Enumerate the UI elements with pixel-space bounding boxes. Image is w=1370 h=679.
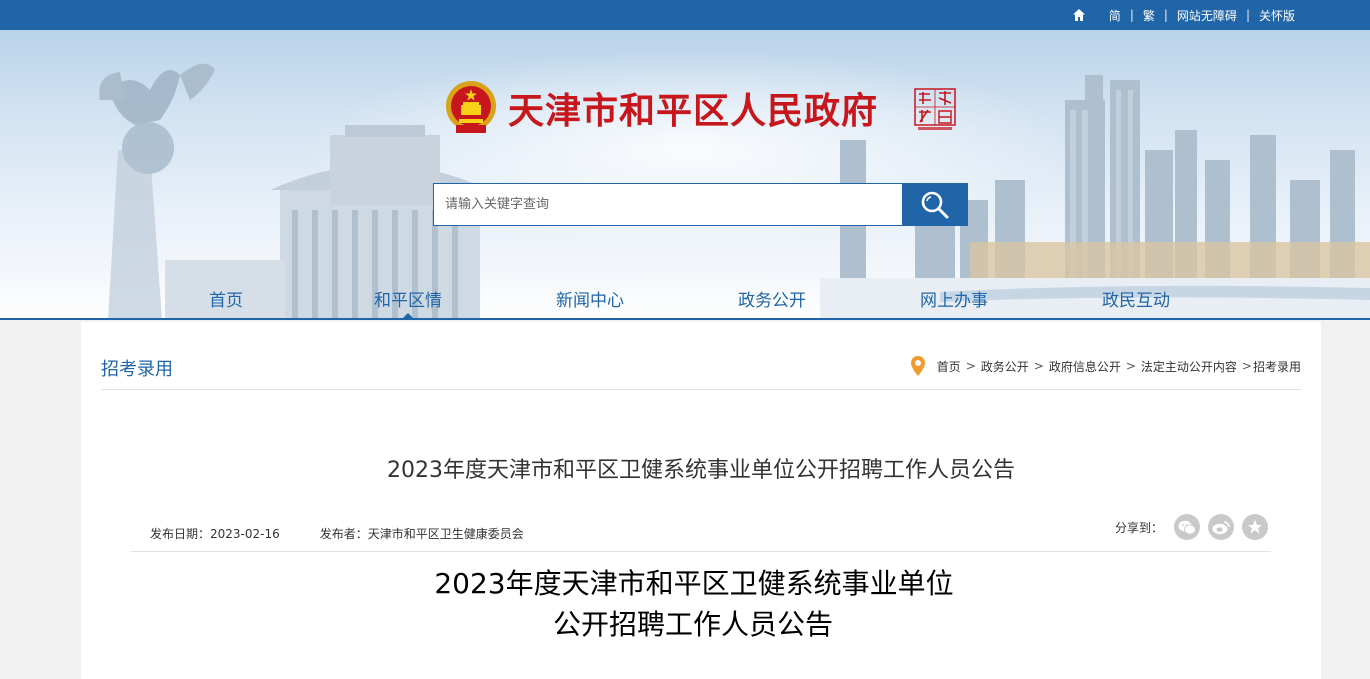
site-title: 天津市和平区人民政府 (508, 90, 879, 132)
publish-date-label: 发布日期： (150, 527, 211, 541)
breadcrumb-government-affairs[interactable]: 政务公开 (981, 358, 1029, 375)
body-title-line-2: 公开招聘工作人员公告 (552, 608, 833, 641)
breadcrumb-separator: > (1241, 359, 1252, 373)
nav-item-government-affairs[interactable]: 政务公开 (702, 286, 842, 311)
breadcrumb-home[interactable]: 首页 (937, 358, 961, 375)
utility-links: 简 | 繁 | 网站无障碍 | 关怀版 (1072, 0, 1295, 30)
nav-item-online-services[interactable]: 网上办事 (884, 286, 1024, 311)
body-title-line-1: 2023年度天津市和平区卫健系统事业单位 (434, 567, 954, 600)
wechat-icon[interactable] (1174, 514, 1200, 540)
banner-illustration-left (99, 63, 490, 320)
home-icon[interactable] (1072, 8, 1086, 22)
separator: | (1245, 8, 1250, 22)
breadcrumb-recruitment[interactable]: 招考录用 (1253, 358, 1301, 375)
search-input[interactable] (433, 183, 902, 226)
publish-date: 发布日期：2023-02-16 (150, 525, 280, 542)
main-nav: 首页 和平区情 新闻中心 政务公开 网上办事 政民互动 (0, 278, 1370, 320)
share-bar: 分享到： (1115, 514, 1268, 540)
tianjin-seal-logo (914, 88, 956, 130)
article-title: 2023年度天津市和平区卫健系统事业单位公开招聘工作人员公告 (387, 458, 1015, 483)
location-pin-icon (910, 356, 925, 376)
meta-divider (131, 551, 1271, 552)
traditional-chinese-link[interactable]: 繁 (1143, 7, 1155, 24)
favorite-icon[interactable] (1242, 514, 1268, 540)
article-meta: 发布日期：2023-02-16 发布者：天津市和平区卫生健康委员会 (150, 525, 524, 542)
nav-underline (0, 318, 1370, 320)
section-title: 招考录用 (101, 359, 173, 380)
separator: | (1129, 8, 1134, 22)
breadcrumb-statutory-content[interactable]: 法定主动公开内容 (1141, 358, 1237, 375)
care-mode-link[interactable]: 关怀版 (1259, 7, 1295, 24)
search-button[interactable] (902, 183, 968, 226)
nav-item-news-center[interactable]: 新闻中心 (520, 286, 660, 311)
publisher-value: 天津市和平区卫生健康委员会 (367, 527, 524, 541)
section-divider (101, 389, 1301, 390)
publish-date-value: 2023-02-16 (210, 527, 280, 541)
weibo-icon[interactable] (1208, 514, 1234, 540)
publisher-label: 发布者： (319, 527, 368, 541)
search-icon (921, 191, 949, 218)
simplified-chinese-link[interactable]: 简 (1109, 7, 1121, 24)
national-emblem-icon (446, 81, 496, 133)
accessibility-link[interactable]: 网站无障碍 (1177, 7, 1237, 24)
breadcrumb-separator: > (965, 359, 976, 373)
header-banner: 天津市和平区人民政府 首页 和平区情 新闻中心 政务公开 网上办事 政民互动 (0, 30, 1370, 320)
search-bar (433, 183, 968, 226)
active-nav-indicator (403, 313, 413, 318)
nav-item-home[interactable]: 首页 (156, 286, 296, 311)
top-utility-bar: 简 | 繁 | 网站无障碍 | 关怀版 (0, 0, 1370, 30)
nav-item-public-interaction[interactable]: 政民互动 (1066, 286, 1206, 311)
nav-item-district-overview[interactable]: 和平区情 (338, 286, 478, 311)
breadcrumb-separator: > (1125, 359, 1136, 373)
banner-illustration-right (820, 75, 1370, 320)
breadcrumb-separator: > (1033, 359, 1044, 373)
separator: | (1163, 8, 1168, 22)
content-panel: 招考录用 首页 > 政务公开 > 政府信息公开 > 法定主动公开内容 > 招考录… (81, 322, 1321, 679)
publisher: 发布者：天津市和平区卫生健康委员会 (320, 525, 524, 542)
share-label: 分享到： (1114, 520, 1163, 535)
breadcrumb-info-disclosure[interactable]: 政府信息公开 (1049, 358, 1121, 375)
breadcrumb: 首页 > 政务公开 > 政府信息公开 > 法定主动公开内容 > 招考录用 (910, 355, 1301, 377)
